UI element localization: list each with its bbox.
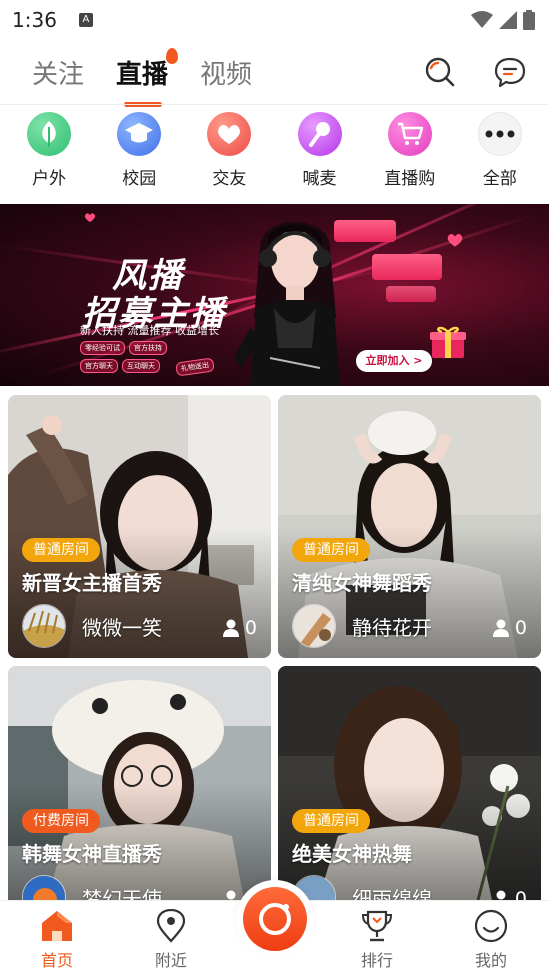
viewer-count-value: 0: [514, 617, 527, 639]
notification-icon: A: [78, 13, 93, 27]
category-label: 校园: [122, 169, 157, 189]
host-name: 梦幻天使: [82, 886, 162, 901]
room-host: 细雨绵绵: [292, 875, 432, 900]
heart-decor-icon: [447, 234, 463, 247]
viewer-count-value: 0: [514, 888, 527, 900]
chat-bubble-decor: [372, 254, 442, 280]
flame-icon: [166, 47, 179, 64]
category-outdoor[interactable]: 户外: [9, 112, 89, 194]
nav-label: 我的: [474, 951, 507, 970]
room-card[interactable]: 普通房间 新晋女主播首秀 微微一笑 0: [8, 395, 271, 658]
chat-bubble-decor: [386, 286, 436, 302]
camera-button-face: [243, 887, 307, 951]
viewer-count: 0: [222, 617, 257, 639]
room-card[interactable]: 普通房间 清纯女神舞蹈秀 静待花开 0: [278, 395, 541, 658]
category-all[interactable]: 全部: [460, 112, 540, 194]
person-icon: [492, 619, 509, 637]
viewer-count: 0: [492, 617, 527, 639]
home-icon: [42, 911, 72, 941]
person-icon: [496, 890, 506, 900]
category-shout-mic[interactable]: 喊麦: [280, 112, 360, 194]
room-title: 韩舞女神直播秀: [22, 842, 162, 866]
shopping-cart-icon: [387, 112, 432, 156]
avatar: [22, 875, 66, 900]
nav-label: 排行: [360, 951, 393, 970]
tab-follow[interactable]: 关注: [32, 54, 84, 91]
trophy-icon: [361, 910, 393, 942]
viewer-count: 0: [493, 888, 527, 900]
status-time: 1:36: [12, 8, 57, 32]
camera-lens-icon: [259, 903, 291, 935]
room-title: 绝美女神热舞: [292, 842, 412, 866]
banner-pills: 零经验可试 官方扶持 官方聊天 互动聊天: [80, 341, 190, 373]
avatar: [292, 604, 336, 648]
tab-live-label: 直播: [116, 59, 169, 90]
top-actions: [423, 55, 549, 89]
leaf-icon: [27, 112, 72, 156]
room-tag: 付费房间: [22, 809, 100, 833]
category-label: 喊麦: [302, 169, 337, 189]
nav-nearby[interactable]: 附近: [131, 909, 211, 971]
nav-label: 首页: [40, 951, 73, 970]
room-title: 清纯女神舞蹈秀: [292, 571, 432, 595]
heart-chat-icon: [207, 112, 252, 156]
host-name: 微微一笑: [82, 615, 162, 640]
search-icon[interactable]: [423, 55, 457, 89]
room-host: 静待花开: [292, 604, 432, 648]
room-title: 新晋女主播首秀: [22, 571, 162, 595]
viewer-count-value: 0: [244, 617, 257, 639]
person-icon: [222, 619, 239, 637]
nav-label: 附近: [154, 951, 187, 970]
battery-icon: [523, 10, 535, 30]
banner-subtitle: 新人扶持 流量推荐 收益增长: [80, 324, 219, 337]
banner-pill: 零经验可试: [80, 341, 125, 355]
microphone-icon: [297, 112, 342, 156]
category-campus[interactable]: 校园: [99, 112, 179, 194]
join-now-button[interactable]: 立即加入 >: [356, 350, 432, 372]
banner-pill: 官方扶持: [129, 341, 167, 355]
status-bar: 1:36 A: [0, 0, 549, 40]
room-card[interactable]: 普通房间 绝美女神热舞 细雨绵绵 0: [278, 666, 541, 900]
tab-live[interactable]: 直播: [116, 47, 179, 107]
banner-pill: 官方聊天: [80, 359, 118, 373]
message-icon[interactable]: [493, 55, 527, 89]
header-divider: [0, 104, 549, 105]
recruit-banner[interactable]: 风播 招募主播 新人扶持 流量推荐 收益增长 零经验可试 官方扶持 官方聊天 互…: [0, 204, 549, 386]
status-indicators: [471, 10, 535, 30]
host-name: 细雨绵绵: [352, 886, 432, 901]
host-name: 静待花开: [352, 615, 432, 640]
room-tag: 普通房间: [292, 538, 370, 562]
wifi-icon: [471, 11, 493, 28]
avatar: [22, 604, 66, 648]
tab-video[interactable]: 视频: [200, 54, 252, 91]
graduation-cap-icon: [117, 112, 162, 156]
person-icon: [226, 890, 236, 900]
banner-pill: 互动聊天: [122, 359, 160, 373]
room-tag: 普通房间: [22, 538, 100, 562]
room-card[interactable]: 付费房间 韩舞女神直播秀 梦幻天使 0: [8, 666, 271, 900]
category-label: 全部: [482, 169, 517, 189]
go-live-button[interactable]: [236, 880, 314, 958]
signal-icon: [499, 11, 517, 29]
category-social[interactable]: 交友: [189, 112, 269, 194]
heart-decor-icon: [84, 213, 96, 223]
category-label: 直播购: [384, 169, 436, 189]
room-host: 梦幻天使: [22, 875, 162, 900]
profile-face-icon: [474, 909, 508, 943]
nav-home[interactable]: 首页: [17, 909, 97, 971]
room-host: 微微一笑: [22, 604, 162, 648]
location-pin-icon: [156, 909, 186, 943]
category-label: 户外: [32, 169, 67, 189]
category-bar: 户外 校园 交友 喊麦 直播购 全部: [0, 112, 549, 194]
more-dots-icon: [477, 112, 522, 156]
room-tag: 普通房间: [292, 809, 370, 833]
category-live-shopping[interactable]: 直播购: [370, 112, 450, 194]
top-tab-bar: 关注 直播 视频: [0, 40, 549, 107]
nav-profile[interactable]: 我的: [451, 909, 531, 971]
category-label: 交友: [212, 169, 247, 189]
chat-bubble-decor: [334, 220, 396, 242]
nav-ranking[interactable]: 排行: [337, 909, 417, 971]
gift-icon: [430, 326, 466, 358]
